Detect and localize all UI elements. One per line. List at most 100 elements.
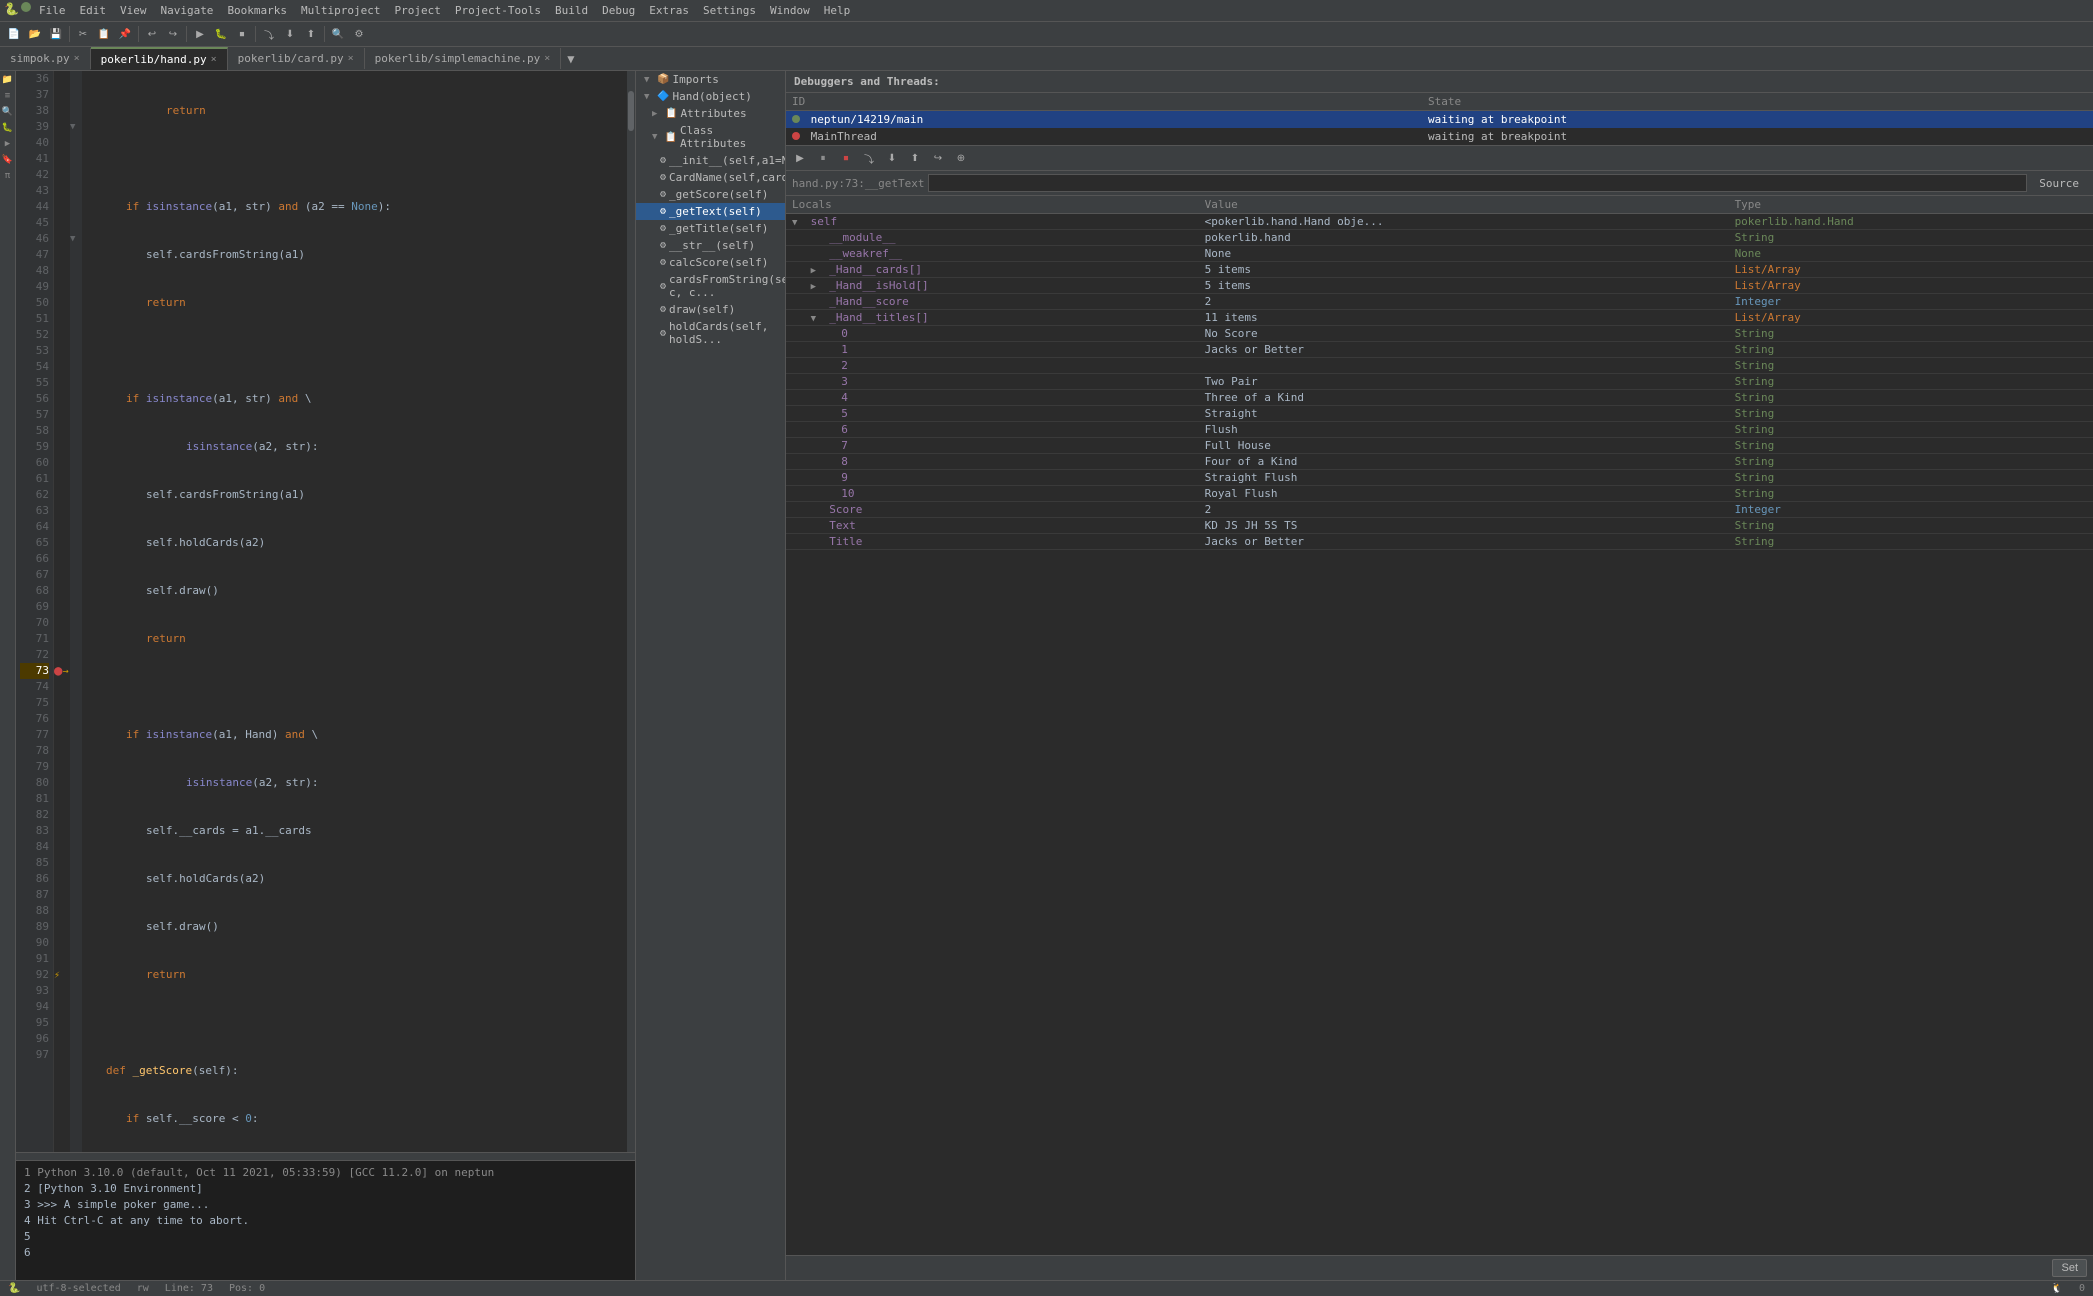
debug-stop-btn[interactable]: ⏹ [836, 148, 856, 168]
menu-item-help[interactable]: Help [818, 2, 857, 19]
expr-input-field[interactable] [928, 174, 2027, 192]
tab-hand[interactable]: pokerlib/hand.py × [91, 47, 228, 70]
menu-item-view[interactable]: View [114, 2, 153, 19]
var-row-title-4[interactable]: 4 Three of a Kind String [786, 390, 2093, 406]
tab-simplemachine[interactable]: pokerlib/simplemachine.py × [365, 48, 562, 69]
menu-item-navigate[interactable]: Navigate [154, 2, 219, 19]
var-row-title-6[interactable]: 6 Flush String [786, 422, 2093, 438]
toolbar-save[interactable]: 💾 [46, 24, 66, 44]
tree-attributes[interactable]: ▶ 📋 Attributes [636, 105, 785, 122]
sidebar-icon-search[interactable]: 🔍 [1, 105, 15, 119]
toolbar-settings[interactable]: ⚙ [349, 24, 369, 44]
var-row-title-7[interactable]: 7 Full House String [786, 438, 2093, 454]
toolbar-copy[interactable]: 📋 [94, 24, 114, 44]
toolbar-run[interactable]: ▶ [190, 24, 210, 44]
thread-row-main[interactable]: neptun/14219/main waiting at breakpoint [786, 111, 2093, 129]
menu-item-build[interactable]: Build [549, 2, 594, 19]
code-lines[interactable]: return if isinstance(a1, str) and (a2 ==… [82, 71, 627, 1152]
var-row-ishold[interactable]: ▶ _Hand__isHold[] 5 items List/Array [786, 278, 2093, 294]
menu-item-multiproject[interactable]: Multiproject [295, 2, 386, 19]
sidebar-icon-python[interactable]: π [1, 169, 15, 183]
toolbar-paste[interactable]: 📌 [115, 24, 135, 44]
toolbar-search[interactable]: 🔍 [328, 24, 348, 44]
toolbar-debug-run[interactable]: 🐛 [211, 24, 231, 44]
vars-panel[interactable]: Locals Value Type ▼ self <pokerlib.hand.… [786, 196, 2093, 1255]
menu-item-debug[interactable]: Debug [596, 2, 641, 19]
toolbar-open[interactable]: 📂 [25, 24, 45, 44]
debug-step-out-btn[interactable]: ⬆ [905, 148, 925, 168]
expand-self[interactable]: ▼ [792, 218, 804, 228]
sidebar-icon-structure[interactable]: ≡ [1, 89, 15, 103]
var-row-title-8[interactable]: 8 Four of a Kind String [786, 454, 2093, 470]
debug-evaluate-btn[interactable]: ⊕ [951, 148, 971, 168]
toolbar-undo[interactable]: ↩ [142, 24, 162, 44]
tree-getscore[interactable]: ⚙ _getScore(self) [636, 186, 785, 203]
debug-run-cursor-btn[interactable]: ↪ [928, 148, 948, 168]
thread-row-mainthread[interactable]: MainThread waiting at breakpoint [786, 128, 2093, 145]
toolbar-step-out[interactable]: ⬆ [301, 24, 321, 44]
tree-cardsfromstring[interactable]: ⚙ cardsFromString(self, c, c... [636, 271, 785, 301]
var-row-titles[interactable]: ▼ _Hand__titles[] 11 items List/Array [786, 310, 2093, 326]
tree-hand[interactable]: ▼ 🔷 Hand(object) [636, 88, 785, 105]
menu-item-file[interactable]: File [33, 2, 72, 19]
fi42[interactable]: ▼ [70, 119, 82, 135]
menu-item-project-tools[interactable]: Project-Tools [449, 2, 547, 19]
var-row-title-10[interactable]: 10 Royal Flush String [786, 486, 2093, 502]
tree-calcscore[interactable]: ⚙ calcScore(self) [636, 254, 785, 271]
debug-resume-btn[interactable]: ▶ [790, 148, 810, 168]
toolbar-step-over[interactable]: ⤵ [259, 24, 279, 44]
var-row-title-5[interactable]: 5 Straight String [786, 406, 2093, 422]
debug-step-into-btn[interactable]: ⬇ [882, 148, 902, 168]
tabs-scroll[interactable]: ▼ [561, 48, 580, 70]
expand-titles[interactable]: ▼ [811, 314, 823, 324]
code-hscrollbar[interactable] [16, 1152, 635, 1160]
code-scroll-area[interactable]: 36 37 38 39 40 41 42 43 44 45 46 47 48 4… [16, 71, 635, 1152]
tree-gettitle[interactable]: ⚙ _getTitle(self) [636, 220, 785, 237]
code-scrollbar[interactable] [627, 71, 635, 1152]
var-row-text-prop[interactable]: Text KD JS JH 5S TS String [786, 518, 2093, 534]
tab-simpok[interactable]: simpok.py × [0, 48, 91, 69]
tab-card[interactable]: pokerlib/card.py × [228, 48, 365, 69]
tab-card-close[interactable]: × [348, 53, 354, 64]
set-value-button[interactable]: Set [2052, 1259, 2087, 1277]
debug-pause-btn[interactable]: ⏸ [813, 148, 833, 168]
tree-cardname[interactable]: ⚙ CardName(self,cardN... [636, 169, 785, 186]
tab-simplemachine-close[interactable]: × [544, 53, 550, 64]
sidebar-icon-run[interactable]: ▶ [1, 137, 15, 151]
menu-item-bookmarks[interactable]: Bookmarks [221, 2, 293, 19]
toolbar-stop[interactable]: ⏹ [232, 24, 252, 44]
menu-item-window[interactable]: Window [764, 2, 816, 19]
var-row-score-prop[interactable]: Score 2 Integer [786, 502, 2093, 518]
sidebar-icon-project[interactable]: 📁 [1, 73, 15, 87]
var-row-title-2[interactable]: 2 String [786, 358, 2093, 374]
tree-imports[interactable]: ▼ 📦 Imports [636, 71, 785, 88]
menu-item-edit[interactable]: Edit [73, 2, 112, 19]
var-row-score[interactable]: _Hand__score 2 Integer [786, 294, 2093, 310]
debug-step-over-btn[interactable]: ⤵ [859, 148, 879, 168]
var-row-title-1[interactable]: 1 Jacks or Better String [786, 342, 2093, 358]
var-row-title-3[interactable]: 3 Two Pair String [786, 374, 2093, 390]
expand-ishold[interactable]: ▶ [811, 282, 823, 292]
menu-item-settings[interactable]: Settings [697, 2, 762, 19]
expand-cards[interactable]: ▶ [811, 266, 823, 276]
tab-hand-close[interactable]: × [211, 54, 217, 65]
var-row-title-prop[interactable]: Title Jacks or Better String [786, 534, 2093, 550]
menu-item-project[interactable]: Project [389, 2, 447, 19]
tree-gettext[interactable]: ⚙ _getText(self) [636, 203, 785, 220]
var-row-self[interactable]: ▼ self <pokerlib.hand.Hand obje... poker… [786, 214, 2093, 230]
tree-draw[interactable]: ⚙ draw(self) [636, 301, 785, 318]
toolbar-step-into[interactable]: ⬇ [280, 24, 300, 44]
var-row-title-9[interactable]: 9 Straight Flush String [786, 470, 2093, 486]
tab-simpok-close[interactable]: × [74, 53, 80, 64]
var-row-cards[interactable]: ▶ _Hand__cards[] 5 items List/Array [786, 262, 2093, 278]
tree-holdcards[interactable]: ⚙ holdCards(self, holdS... [636, 318, 785, 348]
code-scrollbar-thumb[interactable] [628, 91, 634, 131]
toolbar-cut[interactable]: ✂ [73, 24, 93, 44]
tree-init[interactable]: ⚙ __init__(self,a1=None,... [636, 152, 785, 169]
menu-item-extras[interactable]: Extras [643, 2, 695, 19]
var-row-module[interactable]: __module__ pokerlib.hand String [786, 230, 2093, 246]
toolbar-redo[interactable]: ↪ [163, 24, 183, 44]
var-row-weakref[interactable]: __weakref__ None None [786, 246, 2093, 262]
tree-class-attributes[interactable]: ▼ 📋 Class Attributes [636, 122, 785, 152]
sidebar-icon-bookmark[interactable]: 🔖 [1, 153, 15, 167]
